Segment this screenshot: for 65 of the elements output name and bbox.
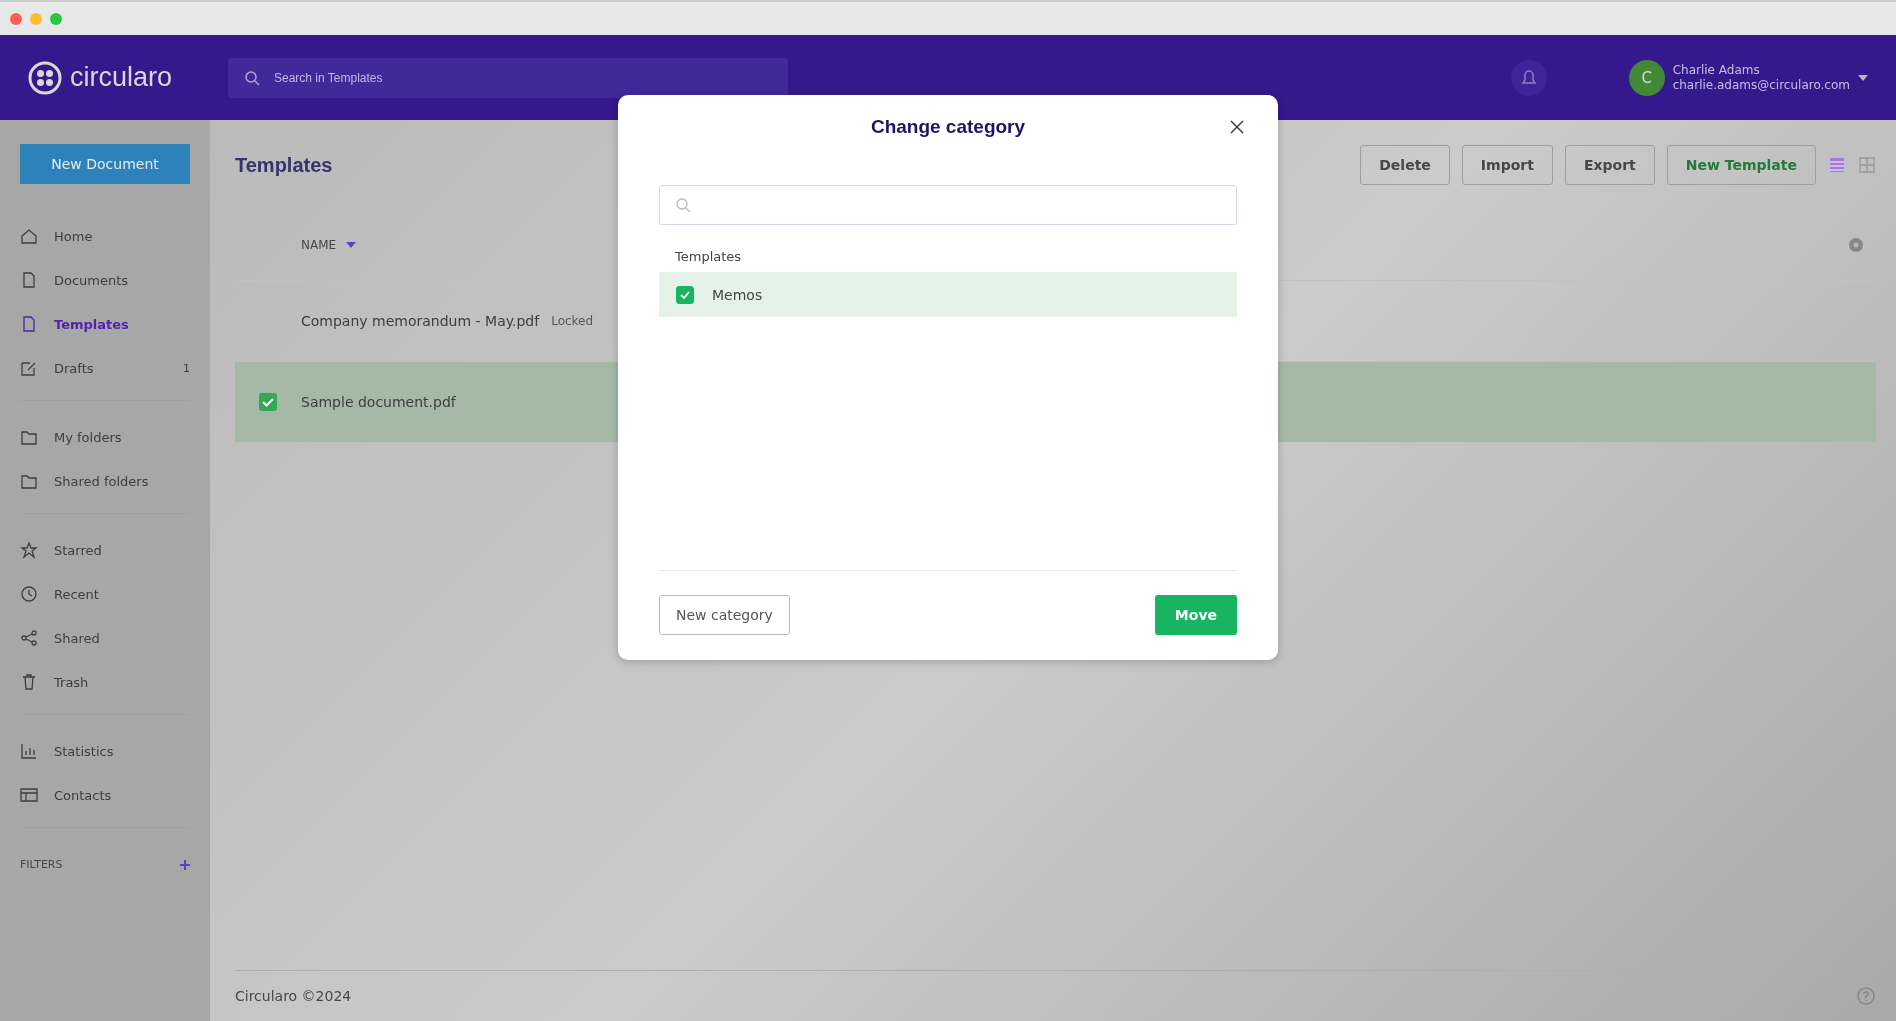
section-label: Templates (674, 248, 743, 266)
sidebar-item[interactable]: Shared (20, 616, 190, 660)
search-icon (675, 197, 691, 213)
logo-text: circularo (70, 62, 173, 93)
notification-bell-icon[interactable] (1508, 57, 1549, 98)
close-window-icon[interactable] (10, 12, 22, 25)
close-icon[interactable] (1230, 120, 1244, 134)
card-icon (20, 786, 38, 804)
chart-icon (20, 742, 38, 760)
caret-icon[interactable] (1858, 74, 1868, 81)
sidebar-item[interactable]: Templates (20, 302, 190, 346)
clock-icon (20, 585, 38, 603)
user-avatar[interactable]: C (1628, 59, 1665, 96)
help-icon[interactable] (1856, 986, 1876, 1006)
search-icon (244, 69, 260, 86)
page-title: Templates (235, 153, 333, 177)
sidebar-item[interactable]: Shared folders (20, 459, 190, 503)
file-name: Sample document.pdf (301, 394, 456, 410)
folder-icon (20, 472, 38, 490)
search-field[interactable]: Search in Templates (228, 57, 788, 98)
toolbar-button[interactable]: Import (1461, 145, 1553, 185)
sidebar-item[interactable]: Contacts (20, 773, 190, 817)
filters-heading: FILTERS (20, 858, 63, 871)
settings-icon[interactable] (1848, 237, 1864, 253)
category-item[interactable]: Memos (659, 272, 1237, 317)
maximize-window-icon[interactable] (50, 12, 62, 25)
sidebar-item[interactable]: Home (20, 214, 190, 258)
minimize-window-icon[interactable] (30, 12, 42, 25)
checkbox-checked-icon[interactable] (259, 393, 277, 411)
edit-icon (20, 359, 38, 377)
user-name: Charlie Adams (1672, 62, 1761, 78)
grid-view-icon[interactable] (1858, 156, 1876, 174)
sidebar-item[interactable]: Drafts 1 (20, 346, 190, 390)
doc-icon (20, 271, 38, 289)
doc-icon (20, 315, 38, 333)
move-button[interactable]: Move (1154, 595, 1237, 635)
trash-icon (20, 673, 38, 691)
sidebar-item[interactable]: Statistics (20, 729, 190, 773)
new-document-button[interactable]: New Document (20, 144, 190, 184)
count-label: 1 (183, 361, 190, 375)
sidebar-item[interactable]: Trash (20, 660, 190, 704)
new-template-button[interactable]: New Template (1666, 145, 1816, 185)
folder-icon (20, 428, 38, 446)
user-email: charlie.adams@circularo.com (1672, 77, 1850, 93)
column-header[interactable]: NAME (301, 238, 337, 252)
home-icon (20, 227, 38, 245)
copyright-text: Circularo ©2024 (235, 988, 352, 1004)
checkbox[interactable] (676, 285, 694, 304)
list-view-icon[interactable] (1828, 156, 1846, 174)
category-search-field[interactable] (659, 185, 1237, 225)
logo-icon (28, 60, 62, 95)
new-category-button[interactable]: New category (659, 595, 790, 635)
share-icon (20, 629, 38, 647)
sidebar-item[interactable]: Recent (20, 572, 190, 616)
sidebar-item[interactable]: My folders (20, 415, 190, 459)
file-name: Company memorandum - May.pdf (301, 313, 540, 329)
sidebar-item[interactable]: Starred (20, 528, 190, 572)
sidebar-item[interactable]: Documents (20, 258, 190, 302)
sort-caret-icon[interactable] (346, 242, 357, 248)
star-icon (20, 541, 38, 559)
toolbar-button[interactable]: Delete (1360, 145, 1450, 185)
toolbar-button[interactable]: Export (1564, 145, 1655, 185)
add-icon[interactable] (180, 859, 190, 870)
locked-label: Locked (551, 314, 594, 328)
dialog-title: Change category (870, 116, 1026, 138)
